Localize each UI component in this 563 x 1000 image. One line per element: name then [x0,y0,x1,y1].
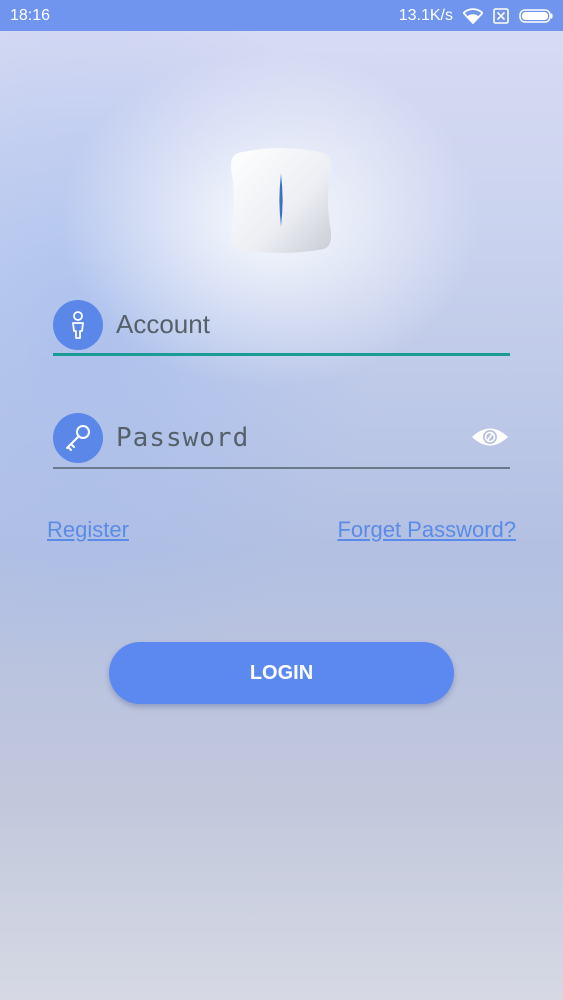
wifi-icon [463,7,483,24]
eye-icon[interactable] [470,422,510,452]
status-bar: 18:16 13.1K/s [0,0,563,31]
account-input[interactable] [116,304,510,345]
key-icon [53,413,103,463]
network-speed: 13.1K/s [398,6,453,24]
register-link[interactable]: Register [47,517,129,543]
battery-icon [519,8,553,23]
sim-none-icon [493,7,509,24]
login-button[interactable]: LOGIN [109,642,454,704]
password-input[interactable] [116,418,470,458]
status-time: 18:16 [10,6,51,24]
status-icons: 13.1K/s [399,7,553,25]
person-icon [53,299,103,350]
password-row [53,413,510,469]
forget-password-link[interactable]: Forget Password? [337,517,516,543]
device-logo-icon [226,145,336,255]
account-row [53,299,510,356]
